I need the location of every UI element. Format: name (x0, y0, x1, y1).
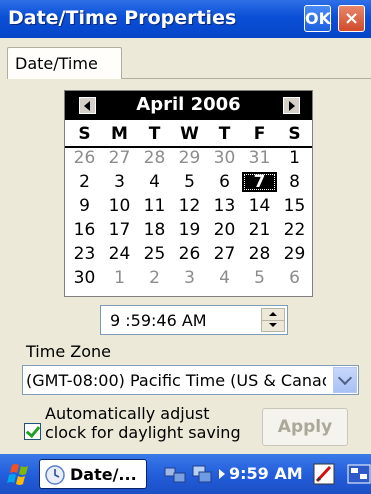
calendar-day[interactable]: 27 (102, 148, 137, 168)
input-panel-icon[interactable] (312, 462, 336, 486)
calendar-day[interactable]: 2 (67, 172, 102, 192)
calendar-day[interactable]: 23 (67, 244, 102, 264)
calendar-day[interactable]: 4 (207, 268, 242, 288)
taskbar: Date/... 9:59 AM (0, 454, 371, 494)
time-value[interactable]: 9 :59:46 AM (110, 311, 207, 330)
triangle-right-icon[interactable] (283, 97, 300, 114)
time-zone-value[interactable]: (GMT-08:00) Pacific Time (US & Canada) (26, 371, 326, 390)
calendar-day[interactable]: 3 (102, 172, 137, 192)
calendar-day[interactable]: 18 (137, 220, 172, 240)
title-bar: Date/Time Properties OK × (0, 0, 371, 38)
calendar-day[interactable]: 5 (172, 172, 207, 192)
windows-flag-icon[interactable] (6, 462, 34, 486)
calendar-day[interactable]: 6 (277, 268, 312, 288)
calendar-day[interactable]: 2 (137, 268, 172, 288)
calendar-day[interactable]: 12 (172, 196, 207, 216)
calendar-day[interactable]: 10 (102, 196, 137, 216)
daylight-saving-label[interactable]: Automatically adjust clock for daylight … (45, 404, 241, 442)
calendar-day[interactable]: 25 (137, 244, 172, 264)
time-zone-select[interactable]: (GMT-08:00) Pacific Time (US & Canada) (22, 365, 359, 395)
taskbar-clock[interactable]: 9:59 AM (229, 464, 303, 483)
calendar-day[interactable]: 29 (172, 148, 207, 168)
tab-date-time[interactable]: Date/Time (7, 47, 122, 79)
calendar-day[interactable]: 31 (242, 148, 277, 168)
spin-down-icon[interactable] (262, 320, 284, 331)
calendar-day[interactable]: 28 (137, 148, 172, 168)
daylight-label-line2: clock for daylight saving (45, 423, 241, 442)
calendar-day[interactable]: 28 (242, 244, 277, 264)
ok-button[interactable]: OK (304, 5, 331, 32)
calendar-day[interactable]: 11 (137, 196, 172, 216)
chevron-down-icon[interactable] (333, 367, 357, 393)
calendar-day[interactable]: 24 (102, 244, 137, 264)
calendar-day[interactable]: 30 (207, 148, 242, 168)
weekday-label: S (288, 124, 301, 144)
calendar-day-selected[interactable]: 7 (242, 172, 277, 192)
tab-divider (122, 78, 371, 79)
sync-icon[interactable] (190, 462, 214, 486)
calendar-day[interactable]: 8 (277, 172, 312, 192)
apply-button[interactable]: Apply (262, 408, 348, 446)
calendar-day[interactable]: 16 (67, 220, 102, 240)
calendar-day[interactable]: 6 (207, 172, 242, 192)
time-spinner[interactable] (261, 308, 285, 332)
daylight-label-line1: Automatically adjust (45, 404, 210, 423)
calendar-day[interactable]: 4 (137, 172, 172, 192)
weekday-label: W (180, 124, 199, 144)
taskbar-window-label: Date/... (70, 465, 137, 484)
calendar-day[interactable]: 17 (102, 220, 137, 240)
time-zone-label: Time Zone (26, 342, 111, 361)
calendar-day[interactable]: 1 (102, 268, 137, 288)
calendar-day[interactable]: 1 (277, 148, 312, 168)
window-title: Date/Time Properties (8, 7, 237, 29)
calendar-day[interactable]: 26 (67, 148, 102, 168)
calendar-day[interactable]: 5 (242, 268, 277, 288)
calendar-day[interactable]: 26 (172, 244, 207, 264)
weekday-label: T (218, 124, 231, 144)
calendar-day[interactable]: 19 (172, 220, 207, 240)
month-calendar: April 2006 S M T W T F S 26 27 28 29 30 31 1 2 3… (64, 90, 313, 297)
calendar-month-label[interactable]: April 2006 (65, 94, 312, 115)
weekday-label: T (148, 124, 161, 144)
calendar-day[interactable]: 15 (277, 196, 312, 216)
calendar-day[interactable]: 29 (277, 244, 312, 264)
close-button[interactable]: × (338, 5, 365, 32)
weekday-label: F (253, 124, 266, 144)
weekday-label: M (111, 124, 128, 144)
calendar-day[interactable]: 27 (207, 244, 242, 264)
calendar-day[interactable]: 13 (207, 196, 242, 216)
calendar-day[interactable]: 3 (172, 268, 207, 288)
daylight-saving-checkbox[interactable] (24, 423, 41, 440)
calendar-day[interactable]: 9 (67, 196, 102, 216)
date-time-icon (45, 465, 65, 485)
calendar-day[interactable]: 20 (207, 220, 242, 240)
weekday-header-row: S M T W T F S (65, 124, 312, 148)
taskbar-window-button[interactable]: Date/... (39, 459, 147, 489)
calendar-day[interactable]: 14 (242, 196, 277, 216)
network-icon[interactable] (163, 462, 187, 486)
calendar-day[interactable]: 30 (67, 268, 102, 288)
keyboard-icon[interactable] (347, 462, 371, 486)
calendar-day[interactable]: 21 (242, 220, 277, 240)
weekday-label: S (78, 124, 91, 144)
calendar-day[interactable]: 22 (277, 220, 312, 240)
calendar-header: April 2006 (65, 91, 312, 120)
time-picker[interactable]: 9 :59:46 AM (100, 305, 288, 335)
tray-arrow-icon[interactable] (219, 469, 225, 479)
